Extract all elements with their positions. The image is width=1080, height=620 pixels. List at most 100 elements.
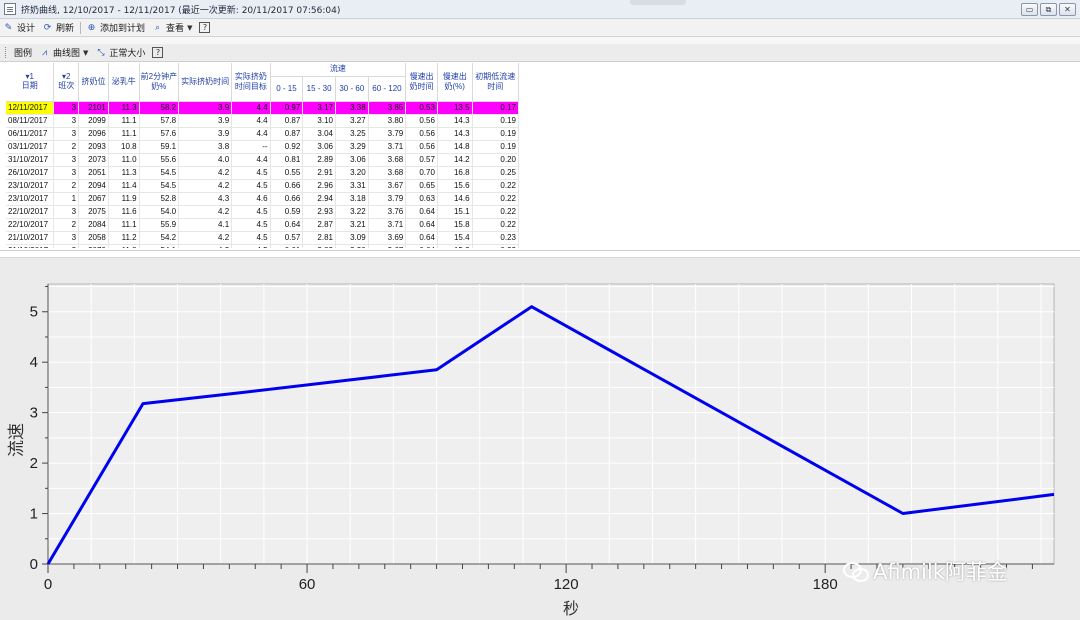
table-cell: 14.8 xyxy=(437,140,473,154)
table-cell: -- xyxy=(231,140,271,154)
table-cell: 3.20 xyxy=(335,244,369,248)
table-row[interactable]: 21/10/20172207011.854.14.24.50.612.823.2… xyxy=(6,244,519,248)
refresh-button[interactable]: ⟳ 刷新 xyxy=(39,20,78,36)
table-cell: 54.1 xyxy=(139,244,180,248)
legend-button[interactable]: 图例 xyxy=(11,45,36,61)
table-cell: 15.4 xyxy=(437,231,473,245)
table-cell: 14.3 xyxy=(437,127,473,141)
table-cell: 54.0 xyxy=(139,205,180,219)
col-header-initial-low-flow[interactable]: 初期低流速时间 xyxy=(472,63,519,102)
table-cell: 11.1 xyxy=(108,127,140,141)
restore-button[interactable]: ⧉ xyxy=(1040,3,1057,16)
table-cell: 3.25 xyxy=(335,127,369,141)
table-row[interactable]: 08/11/2017 3 2099 11.1 57.8 3.9 4.4 0.87 3.10 3.2… xyxy=(6,114,519,128)
curve-dropdown-button[interactable]: ⩘ 曲线图 ▼ xyxy=(36,45,92,61)
milking-data-table: ▾1 日期 ▾2 班次 挤奶位 泌乳牛 前2分钟产奶% 实际挤奶时间 实际挤奶时… xyxy=(6,63,519,248)
col-header-slow-out-pct[interactable]: 慢速出奶(%) xyxy=(437,63,473,102)
table-row[interactable]: 22/10/2017 3 2075 11.6 54.0 4.2 4.5 0.59 2.93 3.2… xyxy=(6,205,519,219)
help-button[interactable]: ? xyxy=(196,20,217,36)
table-row[interactable]: 03/11/2017 2 2093 10.8 59.1 3.8 -- 0.92 3.06 3.29… xyxy=(6,140,519,154)
table-cell: 2058 xyxy=(78,231,109,245)
normal-size-button[interactable]: ⤡ 正常大小 xyxy=(92,45,149,61)
table-cell: 03/11/2017 xyxy=(6,140,55,154)
table-cell: 3.8 xyxy=(178,140,233,154)
table-cell: 3.10 xyxy=(302,114,336,128)
chart-help-button[interactable]: ? xyxy=(149,45,170,61)
table-row[interactable]: 21/10/2017 3 2058 11.2 54.2 4.2 4.5 0.57 2.81 3.0… xyxy=(6,231,519,245)
col-header-stall[interactable]: 挤奶位 xyxy=(78,63,109,102)
close-button[interactable]: ✕ xyxy=(1059,3,1076,16)
table-row[interactable]: 23/10/2017 2 2094 11.4 54.5 4.2 4.5 0.66 2.96 3.3… xyxy=(6,179,519,193)
table-cell: 15.1 xyxy=(437,205,473,219)
table-row[interactable]: 12/11/2017 3 2101 11.3 58.2 3.9 4.4 0.97 3.17 3.3… xyxy=(6,101,519,115)
view-dropdown-button[interactable]: ⌕ 查看 ▼ xyxy=(149,20,196,36)
line-chart-icon: ⩘ xyxy=(41,47,48,58)
table-cell: 3 xyxy=(53,127,80,141)
col-header-cow[interactable]: 泌乳牛 xyxy=(108,63,140,102)
x-axis-label: 秒 xyxy=(563,599,579,618)
col-header-flow-15-30[interactable]: 15 - 30 xyxy=(302,76,336,102)
table-cell: 4.6 xyxy=(231,192,271,206)
table-cell: 3.09 xyxy=(335,231,369,245)
pane-splitter[interactable] xyxy=(0,250,1080,258)
table-cell: 0.19 xyxy=(472,140,519,154)
col-header-actual-time[interactable]: 实际挤奶时间 xyxy=(178,63,233,102)
table-row[interactable]: 31/10/2017 3 2073 11.0 55.6 4.0 4.4 0.81 2.89 3.0… xyxy=(6,153,519,167)
table-cell: 54.5 xyxy=(139,166,180,180)
table-cell: 11.2 xyxy=(108,231,140,245)
col-header-shift[interactable]: ▾2 班次 xyxy=(53,63,80,102)
table-cell: 15.8 xyxy=(437,218,473,232)
y-tick-label: 3 xyxy=(30,405,38,422)
add-to-plan-button[interactable]: ⊕ 添加到计划 xyxy=(83,20,149,36)
table-cell: 0.56 xyxy=(405,114,438,128)
table-cell: 0.64 xyxy=(405,205,438,219)
design-button[interactable]: ✎ 设计 xyxy=(0,20,39,36)
col-header-flow-60-120[interactable]: 60 - 120 xyxy=(368,76,407,102)
table-cell: 0.65 xyxy=(405,179,438,193)
col-header-target-time[interactable]: 实际挤奶时间目标 xyxy=(231,63,271,102)
table-cell: 0.53 xyxy=(405,101,438,115)
table-row[interactable]: 06/11/2017 3 2096 11.1 57.6 3.9 4.4 0.87 3.04 3.2… xyxy=(6,127,519,141)
table-cell: 55.6 xyxy=(139,153,180,167)
table-cell: 1 xyxy=(53,192,80,206)
table-cell: 21/10/2017 xyxy=(6,244,55,248)
table-cell: 4.3 xyxy=(178,192,233,206)
table-cell: 3.69 xyxy=(368,231,407,245)
table-cell: 06/11/2017 xyxy=(6,127,55,141)
table-cell: 4.2 xyxy=(178,166,233,180)
table-cell: 0.64 xyxy=(405,244,438,248)
table-cell: 4.4 xyxy=(231,127,271,141)
table-cell: 3.06 xyxy=(335,153,369,167)
col-header-date[interactable]: ▾1 日期 xyxy=(6,63,55,102)
minimize-button[interactable]: ▭ xyxy=(1021,3,1038,16)
table-row[interactable]: 22/10/2017 2 2084 11.1 55.9 4.1 4.5 0.64 2.87 3.2… xyxy=(6,218,519,232)
table-cell: 3.71 xyxy=(368,140,407,154)
table-cell: 11.4 xyxy=(108,179,140,193)
flow-curve-chart: 0 1 2 3 4 5 0 60 120 180 秒 流速 Afimilk阿菲金 xyxy=(0,258,1080,620)
col-group-flow: 流速 xyxy=(270,63,407,77)
table-cell: 0.66 xyxy=(270,179,304,193)
col-header-flow-0-15[interactable]: 0 - 15 xyxy=(270,76,304,102)
table-cell: 0.20 xyxy=(472,153,519,167)
table-cell: 3.27 xyxy=(335,114,369,128)
table-cell: 0.63 xyxy=(405,192,438,206)
table-cell: 23/10/2017 xyxy=(6,179,55,193)
toolbar-grip[interactable] xyxy=(5,47,8,58)
table-cell: 12/11/2017 xyxy=(6,101,55,115)
col-header-flow-30-60[interactable]: 30 - 60 xyxy=(335,76,369,102)
table-cell: 0.64 xyxy=(270,218,304,232)
table-cell: 0.64 xyxy=(405,218,438,232)
table-cell: 0.22 xyxy=(472,218,519,232)
table-row[interactable]: 26/10/2017 3 2051 11.3 54.5 4.2 4.5 0.55 2.91 3.2… xyxy=(6,166,519,180)
table-cell: 14.6 xyxy=(437,192,473,206)
watermark: Afimilk阿菲金 xyxy=(843,556,1008,586)
design-icon: ✎ xyxy=(4,22,13,33)
table-cell: 3.67 xyxy=(368,244,407,248)
table-row[interactable]: 23/10/2017 1 2067 11.9 52.8 4.3 4.6 0.66 2.94 3.1… xyxy=(6,192,519,206)
col-header-first2min[interactable]: 前2分钟产奶% xyxy=(139,63,180,102)
table-cell: 3.71 xyxy=(368,218,407,232)
table-cell: 11.1 xyxy=(108,114,140,128)
col-header-slow-out-time[interactable]: 慢速出奶时间 xyxy=(405,63,438,102)
table-cell: 22/10/2017 xyxy=(6,205,55,219)
add-to-plan-label: 添加到计划 xyxy=(100,24,146,34)
